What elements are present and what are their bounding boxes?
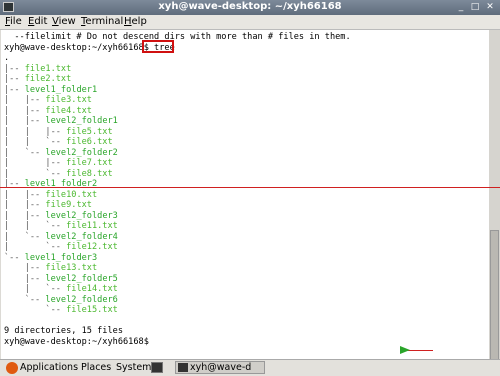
menu-bar: File Edit View Terminal Help [0,15,500,30]
system-menu[interactable]: System [116,362,151,373]
terminal-line: | |-- file4.txt [4,105,92,116]
terminal-line: 9 directories, 15 files [4,326,123,336]
applications-menu[interactable]: Applications [20,362,78,373]
terminal-line: |-- file13.txt [4,263,98,273]
terminal-line: | |-- level2_folder1 [4,116,118,126]
terminal-line: --filelimit # Do not descend dirs with m… [4,32,351,42]
maximize-icon[interactable]: □ [469,2,481,13]
tree-command-highlight [142,40,174,53]
terminal-line: | `-- file12.txt [4,242,118,252]
terminal-output[interactable]: --filelimit # Do not descend dirs with m… [1,30,489,375]
terminal-line: `-- file15.txt [4,305,118,315]
taskbar-terminal-task[interactable]: xyh@wave-d [175,361,265,374]
terminal-line: | | `-- file6.txt [4,137,113,147]
terminal-line: | `-- level2_folder2 [4,147,118,158]
terminal-line: | `-- file14.txt [4,284,118,294]
menu-view[interactable]: View [52,16,76,27]
terminal-line: |-- level1_folder1 [4,84,98,95]
terminal-line: `-- level2_folder6 [4,294,118,305]
annotation-red-line [0,187,500,188]
terminal-icon [178,363,188,372]
terminal-line: |-- level2_folder5 [4,273,118,284]
window-titlebar[interactable]: xyh@wave-desktop: ~/xyh66168 _ □ ✕ [0,0,500,15]
menu-edit[interactable]: Edit [28,16,47,27]
taskbar-task-label: xyh@wave-d [190,362,252,373]
terminal-line: |-- file2.txt [4,74,72,84]
scrollbar-thumb[interactable] [490,230,499,370]
places-menu[interactable]: Places [81,362,111,373]
terminal-line: | `-- level2_folder4 [4,231,118,242]
ubuntu-logo-icon [6,362,18,374]
terminal-line: . [4,53,10,63]
close-icon[interactable]: ✕ [484,2,496,13]
scrollbar[interactable] [489,30,500,375]
annotation-arrow-icon [400,346,410,354]
terminal-launcher-icon[interactable] [151,362,163,373]
menu-help[interactable]: Help [124,16,147,27]
terminal-line: `-- level1_folder3 [4,252,98,263]
terminal-line: | `-- file8.txt [4,168,113,179]
terminal-line: | | |-- file5.txt [4,126,113,137]
window-title: xyh@wave-desktop: ~/xyh66168 [158,1,342,12]
minimize-icon[interactable]: _ [455,2,467,13]
terminal-line: | |-- file9.txt [4,200,92,210]
terminal-line: |-- file1.txt [4,63,72,74]
bottom-panel: Applications Places System xyh@wave-d [0,359,500,376]
terminal-line: xyh@wave-desktop:~/xyh66168$ [4,336,149,347]
terminal-line: | |-- file10.txt [4,189,98,200]
terminal-line: | |-- file3.txt [4,95,92,105]
menu-terminal[interactable]: Terminal [81,16,123,27]
menu-file[interactable]: File [5,16,22,27]
terminal-line: | |-- level2_folder3 [4,210,118,221]
terminal-line: | | `-- file11.txt [4,221,118,231]
terminal-line: | |-- file7.txt [4,158,113,168]
